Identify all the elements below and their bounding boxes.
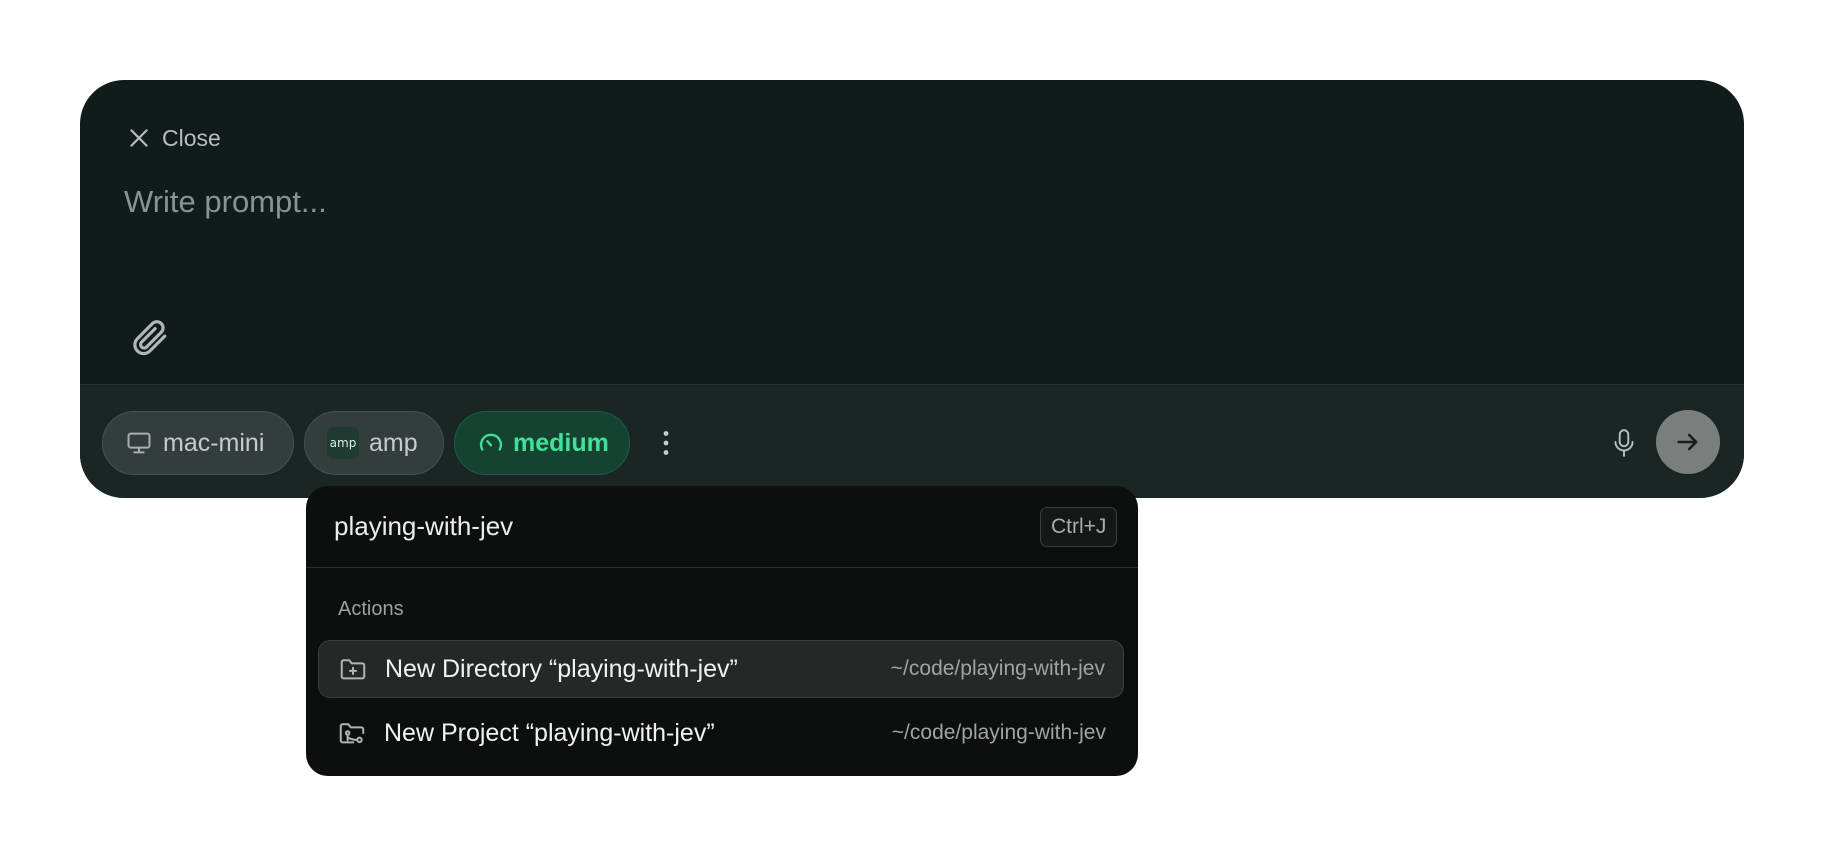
more-options-button[interactable] <box>654 421 678 465</box>
gauge-icon <box>479 433 503 451</box>
more-vertical-icon <box>663 431 669 455</box>
directory-picker-dropdown: Ctrl+J Actions New Directory “playing-wi… <box>306 486 1138 776</box>
amp-logo-icon: amp <box>327 427 359 459</box>
agent-label: amp <box>369 428 418 457</box>
new-project-option[interactable]: New Project “playing-with-jev” ~/code/pl… <box>318 704 1124 762</box>
send-button[interactable] <box>1656 410 1720 474</box>
paperclip-icon <box>133 320 167 356</box>
monitor-icon <box>127 432 151 454</box>
close-button[interactable]: Close <box>126 118 221 158</box>
prompt-input[interactable] <box>124 184 1684 294</box>
folder-git-icon <box>336 717 368 749</box>
option-label: New Directory “playing-with-jev” <box>385 654 738 683</box>
option-path: ~/code/playing-with-jev <box>890 657 1105 680</box>
prompt-composer: Close mac-mini amp amp medium <box>80 80 1744 498</box>
arrow-right-icon <box>1677 433 1698 451</box>
new-directory-option[interactable]: New Directory “playing-with-jev” ~/code/… <box>318 640 1124 698</box>
composer-toolbar: mac-mini amp amp medium <box>80 384 1744 498</box>
actions-section-label: Actions <box>338 598 404 620</box>
close-label: Close <box>162 124 221 151</box>
option-path: ~/code/playing-with-jev <box>891 721 1106 744</box>
shortcut-badge: Ctrl+J <box>1040 507 1118 547</box>
directory-search-input[interactable] <box>334 504 994 548</box>
agent-selector[interactable]: amp amp <box>304 411 444 475</box>
close-icon <box>130 129 148 147</box>
dropdown-search-bar: Ctrl+J <box>306 486 1138 568</box>
option-label: New Project “playing-with-jev” <box>384 718 715 747</box>
folder-plus-icon <box>337 653 369 685</box>
device-label: mac-mini <box>163 428 265 457</box>
voice-input-button[interactable] <box>1602 421 1646 465</box>
microphone-icon <box>1614 429 1634 457</box>
device-selector[interactable]: mac-mini <box>102 411 294 475</box>
effort-label: medium <box>513 428 609 457</box>
attach-button[interactable] <box>124 312 174 362</box>
effort-selector[interactable]: medium <box>454 411 630 475</box>
